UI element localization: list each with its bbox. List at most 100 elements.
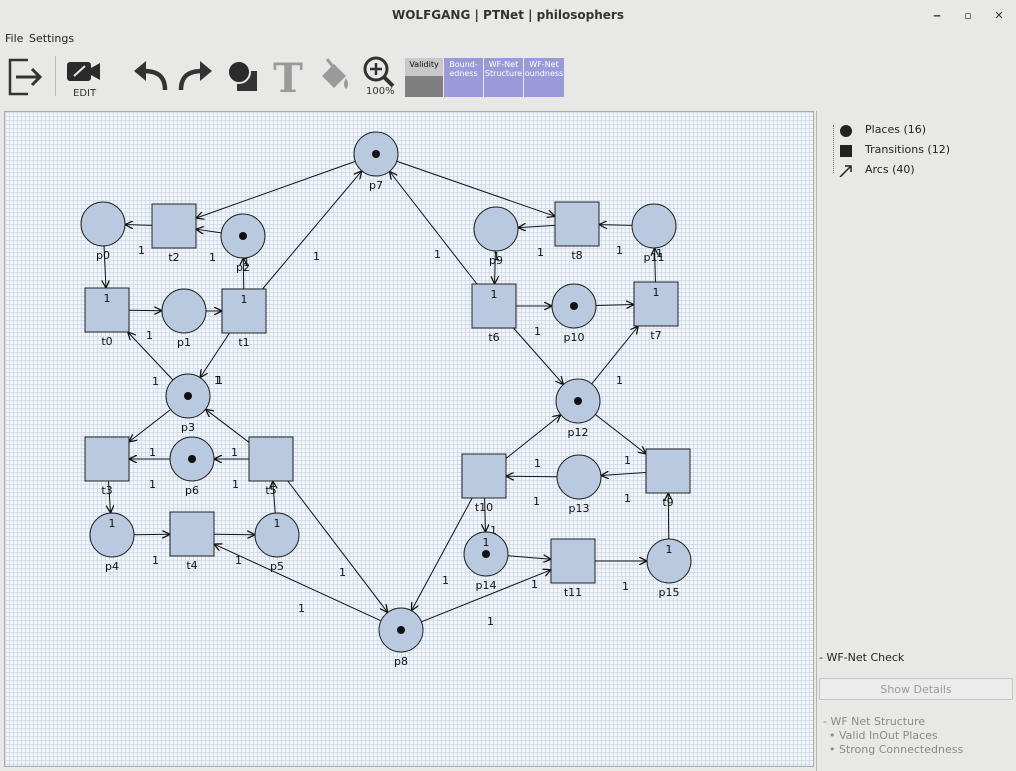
analysis-button-1[interactable]: Bound- edness [444,58,483,97]
token [482,550,490,558]
arc-p8-t11[interactable] [421,570,551,623]
arc-weight-label: 1 [149,446,156,459]
edit-label: EDIT [73,88,97,99]
token [574,397,582,405]
analysis-button-2[interactable]: WF-Net Structure [484,58,523,97]
place-p3[interactable]: p3 [165,373,211,434]
token [372,150,380,158]
analysis-button-0[interactable]: Validity [405,58,443,97]
arc-weight-label: 1 [624,492,631,505]
text-tool-button[interactable]: T [272,58,304,96]
node-weight-label: 1 [666,543,673,556]
transition-t3[interactable]: t3 [84,436,130,497]
arc-weight-label: 1 [534,325,541,338]
minimize-button[interactable]: ‒ [927,0,947,31]
arc-weight-label: 1 [313,250,320,263]
arc-p14-t11[interactable] [507,556,551,559]
analysis-button-3[interactable]: WF-Net oundness [524,58,564,97]
edit-camera-icon [67,62,100,81]
zoom-level: 100% [366,86,395,97]
place-p10[interactable]: p10 [551,283,597,344]
arc-weight-label: 1 [434,248,441,261]
show-details-button[interactable]: Show Details [819,678,1013,700]
transition-label: t4 [186,559,197,572]
node-weight-label: 1 [491,288,498,301]
arc-weight-label: 1 [622,580,629,593]
place-p8[interactable]: p8 [378,607,424,668]
zoom-in-icon [363,56,395,88]
arc-weight-label: 1 [216,374,223,387]
transition-label: t5 [265,484,276,497]
zoom-button[interactable] [362,56,396,88]
petri-net-diagram[interactable]: 1 1 1 1 1 1 1 1 1 1 1 1 1 1 1 1 1 1 1 1 1 1 1 1 1 1 1 1 1 1 1 1 p0 p1 p2 p… [5,112,813,766]
menu-file[interactable]: File [5,31,23,47]
node-weight-label: 1 [104,292,111,305]
menu-settings[interactable]: Settings [29,31,74,47]
place-label: p1 [177,336,191,349]
transition-t2[interactable]: t2 [151,203,197,264]
arc-p7-t2[interactable] [196,160,356,218]
place-label: p7 [369,179,383,192]
arc-p7-t8[interactable] [396,160,555,216]
place-label: p8 [394,655,408,668]
transition-t9[interactable]: t9 [645,448,691,509]
wf-check-item: • Strong Connectedness [829,743,964,756]
arc-p12-t9[interactable] [595,414,646,454]
place-label: p2 [236,261,250,274]
place-label: p4 [105,560,119,573]
arc-p3-t3[interactable] [129,409,171,442]
transition-t4[interactable]: t4 [169,511,215,572]
place-p13[interactable]: p13 [556,454,602,515]
arc-weight-label: 1 [616,244,623,257]
arc-weight-label: 1 [534,457,541,470]
transition-label: t3 [101,484,112,497]
arc-weight-label: 1 [339,566,346,579]
place-p7[interactable]: p7 [353,131,399,192]
arc-t1-p7[interactable] [262,171,361,290]
undo-button[interactable] [132,60,168,92]
place-p12[interactable]: p12 [555,378,601,439]
arc-t5-p3[interactable] [206,409,250,443]
arc-t2-p0[interactable] [125,225,153,226]
maximize-button[interactable]: ▫ [958,0,978,31]
edit-mode-button[interactable] [66,58,102,84]
transition-t11[interactable]: t11 [550,538,596,599]
arc-t6-p7[interactable] [389,171,478,285]
fill-color-button[interactable] [316,58,352,96]
arc-icon [839,165,852,177]
place-p9[interactable]: p9 [473,206,519,267]
transition-label: t11 [564,586,582,599]
node-weight-label: 1 [109,517,116,530]
place-label: p10 [564,331,585,344]
petri-net-canvas[interactable]: 1 1 1 1 1 1 1 1 1 1 1 1 1 1 1 1 1 1 1 1 1 1 1 1 1 1 1 1 1 1 1 1 p0 p1 p2 p… [4,111,814,767]
token [188,455,196,463]
tree-arcs-label: Arcs (40) [865,163,915,176]
undo-icon [134,61,168,91]
place-icon [840,125,852,137]
wf-net-check-title[interactable]: - WF-Net Check [819,651,904,664]
transition-t8[interactable]: t8 [554,201,600,262]
arc-p13-t10[interactable] [506,476,558,477]
arc-weight-label: 1 [152,375,159,388]
arc-t8-p9[interactable] [518,225,556,227]
window-title: WOLFGANG | PTNet | philosophers [391,8,624,22]
place-p1[interactable]: p1 [161,288,207,349]
arc-t10-p12[interactable] [505,415,561,459]
arc-t10-p8[interactable] [411,497,473,611]
shape-tool-button[interactable] [226,58,260,94]
place-p2[interactable]: p2 [220,213,266,274]
place-p0[interactable]: p0 [80,201,126,262]
place-p6[interactable]: p6 [169,436,215,497]
exit-button[interactable] [8,58,44,96]
arc-p11-t8[interactable] [599,225,633,226]
arc-p10-t7[interactable] [595,305,634,306]
place-p11[interactable]: p11 [631,203,677,264]
arc-weight-label: 1 [624,454,631,467]
arc-t9-p13[interactable] [601,472,647,475]
arc-t1-p3[interactable] [200,332,230,378]
redo-button[interactable] [178,60,214,92]
close-button[interactable]: ✕ [989,0,1009,31]
arc-t5-p8[interactable] [287,480,388,612]
transition-t5[interactable]: t5 [248,436,294,497]
arc-p2-t2[interactable] [196,229,222,233]
